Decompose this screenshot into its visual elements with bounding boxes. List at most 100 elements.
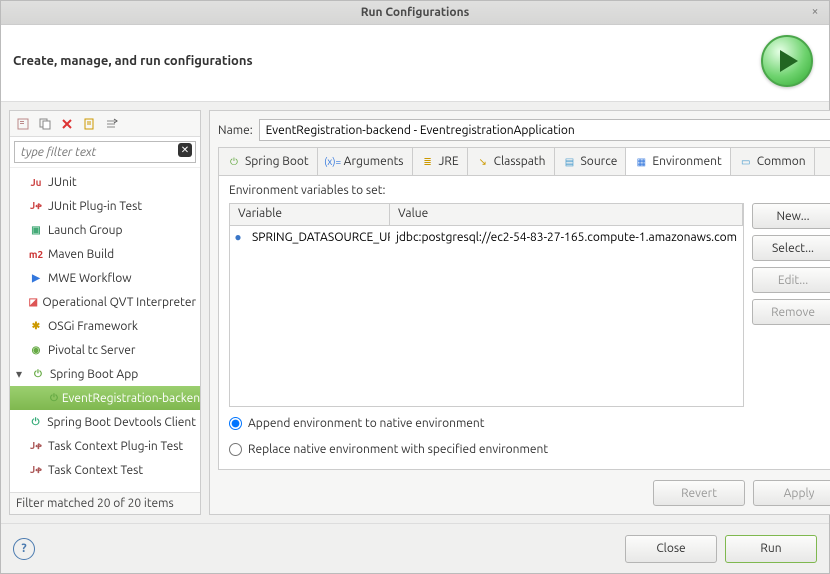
tree-item-label: Launch Group <box>48 224 123 237</box>
content-area: ✕ Ju JUnit Jቀ JUnit Plug-in Test ▣ Launch Gro… <box>1 102 829 523</box>
radio-replace-input[interactable] <box>229 443 242 456</box>
tree-item[interactable]: ✱OSGi Framework <box>10 314 200 338</box>
env-select-button[interactable]: Select... <box>752 235 830 261</box>
env-col-variable[interactable]: Variable <box>230 204 390 225</box>
config-tree[interactable]: Ju JUnit Jቀ JUnit Plug-in Test ▣ Launch Group… <box>10 168 200 492</box>
tab-icon: ↘ <box>476 155 490 169</box>
filter-config-icon[interactable] <box>80 115 98 133</box>
tree-item-label: JUnit <box>48 176 77 189</box>
tab-icon: ▤ <box>563 155 577 169</box>
tree-item[interactable]: m2 Maven Build <box>10 242 200 266</box>
run-hero-icon <box>761 35 813 87</box>
tab-environment-body: Environment variables to set: Variable V… <box>219 176 830 469</box>
tab-icon: (x)= <box>326 155 340 169</box>
tab-label: JRE <box>439 155 459 168</box>
radio-append-input[interactable] <box>229 417 242 430</box>
tab-common[interactable]: ▭Common <box>731 148 815 175</box>
config-type-icon: ◪ <box>28 294 38 310</box>
titlebar: Run Configurations × <box>1 1 829 25</box>
tab-source[interactable]: ▤ Source <box>555 148 627 175</box>
env-table-head: Variable Value <box>230 204 743 226</box>
dialog-footer: ? Close Run <box>1 523 829 573</box>
tree-item[interactable]: ▶MWE Workflow <box>10 266 200 290</box>
tab-arguments[interactable]: (x)=Arguments <box>318 148 413 175</box>
env-header-label: Environment variables to set: <box>229 184 830 197</box>
new-config-icon[interactable] <box>14 115 32 133</box>
help-icon[interactable]: ? <box>13 538 35 560</box>
duplicate-config-icon[interactable] <box>36 115 54 133</box>
config-type-icon: ⏻ <box>30 366 46 382</box>
env-table-row: Variable Value ●SPRING_DATASOURCE_URLjdb… <box>229 203 830 407</box>
revert-button: Revert <box>653 480 745 506</box>
tab-classpath[interactable]: ↘ Classpath <box>468 148 555 175</box>
tab-jre[interactable]: ≣JRE <box>413 148 468 175</box>
tree-item[interactable]: Ju JUnit <box>10 170 200 194</box>
tree-item[interactable]: ◪ Operational QVT Interpreter <box>10 290 200 314</box>
config-type-icon: ▣ <box>28 222 44 238</box>
radio-append[interactable]: Append environment to native environment <box>229 413 830 433</box>
name-row: Name: <box>218 119 830 141</box>
tab-label: Spring Boot <box>245 155 309 168</box>
tree-item-label: JUnit Plug-in Test <box>48 200 142 213</box>
filter-wrap: ✕ <box>10 137 200 168</box>
dialog-header: Create, manage, and run configurations <box>1 25 829 102</box>
config-type-icon: Jቀ <box>28 198 44 214</box>
radio-replace-label: Replace native environment with specifie… <box>248 443 548 456</box>
apply-button: Apply <box>753 480 830 506</box>
tree-item-label: Maven Build <box>48 248 114 261</box>
name-label: Name: <box>218 124 253 137</box>
tab-label: Source <box>581 155 618 168</box>
header-title: Create, manage, and run configurations <box>13 54 253 68</box>
tabs-container: ⏻Spring Boot(x)=Arguments≣JRE ↘ Classpath ▤… <box>218 147 830 470</box>
tab-label: Classpath <box>494 155 546 168</box>
tree-item-label: Spring Boot Devtools Client <box>47 416 196 429</box>
env-col-value[interactable]: Value <box>390 204 743 225</box>
tree-toolbar <box>10 111 200 137</box>
dialog-title: Run Configurations <box>361 6 470 19</box>
close-button[interactable]: Close <box>625 535 717 563</box>
run-button[interactable]: Run <box>725 535 817 563</box>
tree-item[interactable]: ⏻Spring Boot Devtools Client <box>10 410 200 434</box>
clear-filter-icon[interactable]: ✕ <box>178 143 192 157</box>
tree-item[interactable]: ▣ Launch Group <box>10 218 200 242</box>
tree-item-label: Operational QVT Interpreter <box>42 296 196 309</box>
delete-config-icon[interactable] <box>58 115 76 133</box>
env-table[interactable]: Variable Value ●SPRING_DATASOURCE_URLjdb… <box>229 203 744 407</box>
tree-item[interactable]: JቀTask Context Plug-in Test <box>10 434 200 458</box>
env-row[interactable]: ●SPRING_DATASOURCE_URLjdbc:postgresql://… <box>230 226 743 248</box>
collapse-icon[interactable] <box>102 115 120 133</box>
env-table-body: ●SPRING_DATASOURCE_URLjdbc:postgresql://… <box>230 226 743 406</box>
config-tree-panel: ✕ Ju JUnit Jቀ JUnit Plug-in Test ▣ Launch Gro… <box>9 110 201 515</box>
config-type-icon: Ju <box>28 174 44 190</box>
run-configurations-dialog: Run Configurations × Create, manage, and… <box>0 0 830 574</box>
footer-buttons: Close Run <box>625 535 817 563</box>
tree-item[interactable]: Jቀ JUnit Plug-in Test <box>10 194 200 218</box>
tab-label: Environment <box>652 155 721 168</box>
env-new-button[interactable]: New... <box>752 203 830 229</box>
filter-status: Filter matched 20 of 20 items <box>10 492 200 514</box>
radio-append-label: Append environment to native environment <box>248 417 485 430</box>
tree-item[interactable]: ⏻EventRegistration-backend - Ev <box>10 386 200 410</box>
tree-item[interactable]: JቀTask Context Test <box>10 458 200 482</box>
radio-replace[interactable]: Replace native environment with specifie… <box>229 439 830 459</box>
editor-footer: Revert Apply <box>218 476 830 506</box>
filter-input[interactable] <box>14 141 196 163</box>
close-icon[interactable]: × <box>807 4 823 20</box>
tab-spring-boot[interactable]: ⏻Spring Boot <box>219 148 318 175</box>
env-edit-button: Edit... <box>752 267 830 293</box>
config-type-icon: ⏻ <box>50 390 58 406</box>
tab-icon: ▦ <box>634 155 648 169</box>
tree-item[interactable]: ▾⏻Spring Boot App <box>10 362 200 386</box>
tab-environment[interactable]: ▦ Environment <box>626 148 730 176</box>
env-row-bullet-icon: ● <box>230 230 246 244</box>
config-type-icon: m2 <box>28 246 44 262</box>
tree-item-label: Pivotal tc Server <box>48 344 135 357</box>
tab-label: Common <box>757 155 806 168</box>
env-buttons: New... Select... Edit... Remove <box>752 203 830 407</box>
tree-item[interactable]: ◉Pivotal tc Server <box>10 338 200 362</box>
config-type-icon: ▶ <box>28 270 44 286</box>
config-type-icon: ✱ <box>28 318 44 334</box>
env-remove-button: Remove <box>752 299 830 325</box>
config-name-input[interactable] <box>259 119 830 141</box>
expand-toggle-icon[interactable]: ▾ <box>14 367 24 381</box>
